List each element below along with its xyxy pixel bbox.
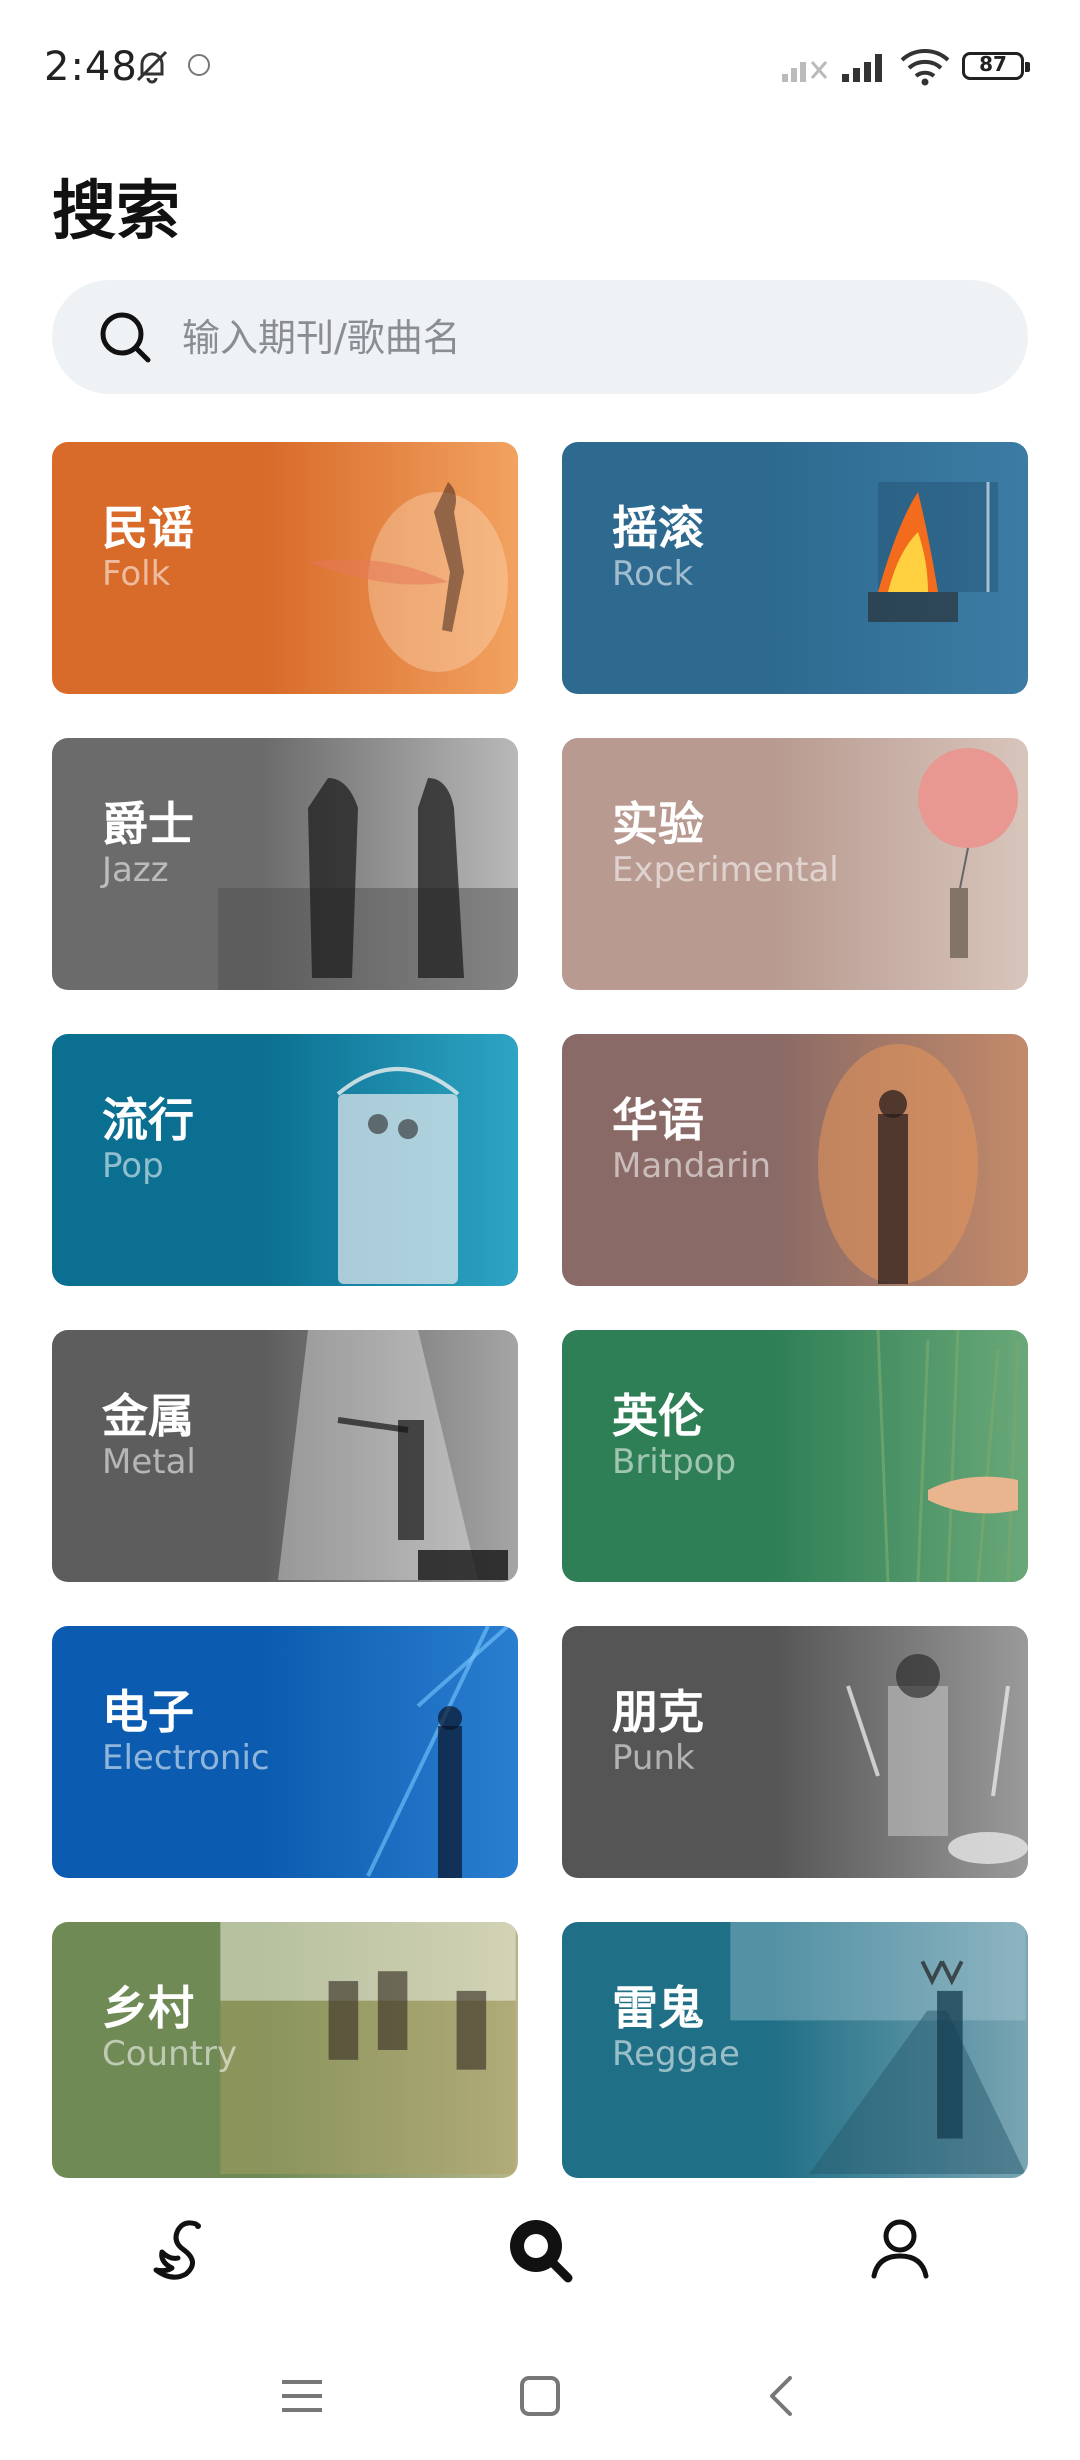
genre-label: 流行 [102, 1093, 194, 1147]
country-cover-image [220, 1922, 516, 2174]
genre-card-britpop[interactable]: 英伦 Britpop [562, 1330, 1028, 1582]
status-bar: 2:48 87 [0, 0, 1080, 140]
menu-icon[interactable] [280, 2374, 324, 2418]
bottom-nav [0, 2180, 1080, 2320]
genre-card-reggae[interactable]: 雷鬼 Reggae [562, 1922, 1028, 2178]
genre-label: 金属 [102, 1389, 194, 1443]
genre-sublabel: Mandarin [612, 1146, 772, 1186]
genre-sublabel: Punk [612, 1738, 695, 1778]
system-nav-bar [0, 2340, 1080, 2460]
search-input[interactable] [180, 302, 984, 374]
genre-label: 乡村 [102, 1981, 194, 2035]
genre-sublabel: Pop [102, 1146, 164, 1186]
genre-label: 实验 [612, 797, 704, 851]
genre-card-mandarin[interactable]: 华语 Mandarin [562, 1034, 1028, 1286]
genre-sublabel: Reggae [612, 2034, 740, 2074]
genre-sublabel: Metal [102, 1442, 196, 1482]
genre-label: 雷鬼 [612, 1981, 704, 2035]
bell-muted-icon [136, 50, 168, 84]
genre-sublabel: Experimental [612, 850, 839, 890]
genre-card-folk[interactable]: 民谣 Folk [52, 442, 518, 694]
genre-sublabel: Electronic [102, 1738, 270, 1778]
jazz-cover-image [218, 778, 518, 990]
genre-sublabel: Folk [102, 554, 171, 594]
status-time: 2:48 [44, 44, 138, 90]
notification-dot-icon [188, 54, 210, 76]
person-icon[interactable] [860, 2210, 940, 2290]
page-title: 搜索 [52, 175, 180, 249]
genre-label: 电子 [102, 1685, 194, 1739]
rock-cover-image [868, 482, 998, 622]
genre-card-pop[interactable]: 流行 Pop [52, 1034, 518, 1286]
mandarin-cover-image [818, 1044, 978, 1284]
genre-card-country[interactable]: 乡村 Country [52, 1922, 518, 2178]
genre-card-metal[interactable]: 金属 Metal [52, 1330, 518, 1582]
genre-label: 英伦 [612, 1389, 704, 1443]
punk-cover-image [846, 1654, 1028, 1864]
search-bar[interactable] [52, 280, 1028, 394]
genre-label: 朋克 [612, 1685, 704, 1739]
genre-label: 华语 [612, 1093, 704, 1147]
britpop-cover-image [876, 1330, 1020, 1582]
genre-card-electronic[interactable]: 电子 Electronic [52, 1626, 518, 1878]
metal-cover-image [278, 1330, 508, 1580]
wifi-icon [900, 49, 950, 86]
genre-card-punk[interactable]: 朋克 Punk [562, 1626, 1028, 1878]
genre-sublabel: Jazz [102, 850, 169, 890]
genre-sublabel: Country [102, 2034, 238, 2074]
folk-cover-image [308, 482, 508, 672]
genre-sublabel: Britpop [612, 1442, 737, 1482]
genre-label: 摇滚 [612, 501, 704, 555]
search-nav-icon[interactable] [500, 2210, 580, 2290]
reggae-cover-image [730, 1922, 1026, 2174]
home-icon[interactable] [518, 2374, 562, 2418]
battery-icon: 87 [962, 52, 1030, 80]
back-icon[interactable] [760, 2374, 804, 2418]
signal-icon [842, 54, 882, 82]
swan-icon[interactable] [142, 2210, 222, 2290]
genre-card-rock[interactable]: 摇滚 Rock [562, 442, 1028, 694]
signal-no-service-icon [782, 61, 828, 82]
genre-label: 民谣 [102, 501, 194, 555]
genre-card-jazz[interactable]: 爵士 Jazz [52, 738, 518, 990]
pop-cover-image [336, 1067, 460, 1284]
genre-label: 爵士 [102, 797, 194, 851]
battery-level: 87 [979, 52, 1007, 76]
genre-sublabel: Rock [612, 554, 694, 594]
search-icon [100, 312, 151, 363]
genre-card-experimental[interactable]: 实验 Experimental [562, 738, 1028, 990]
